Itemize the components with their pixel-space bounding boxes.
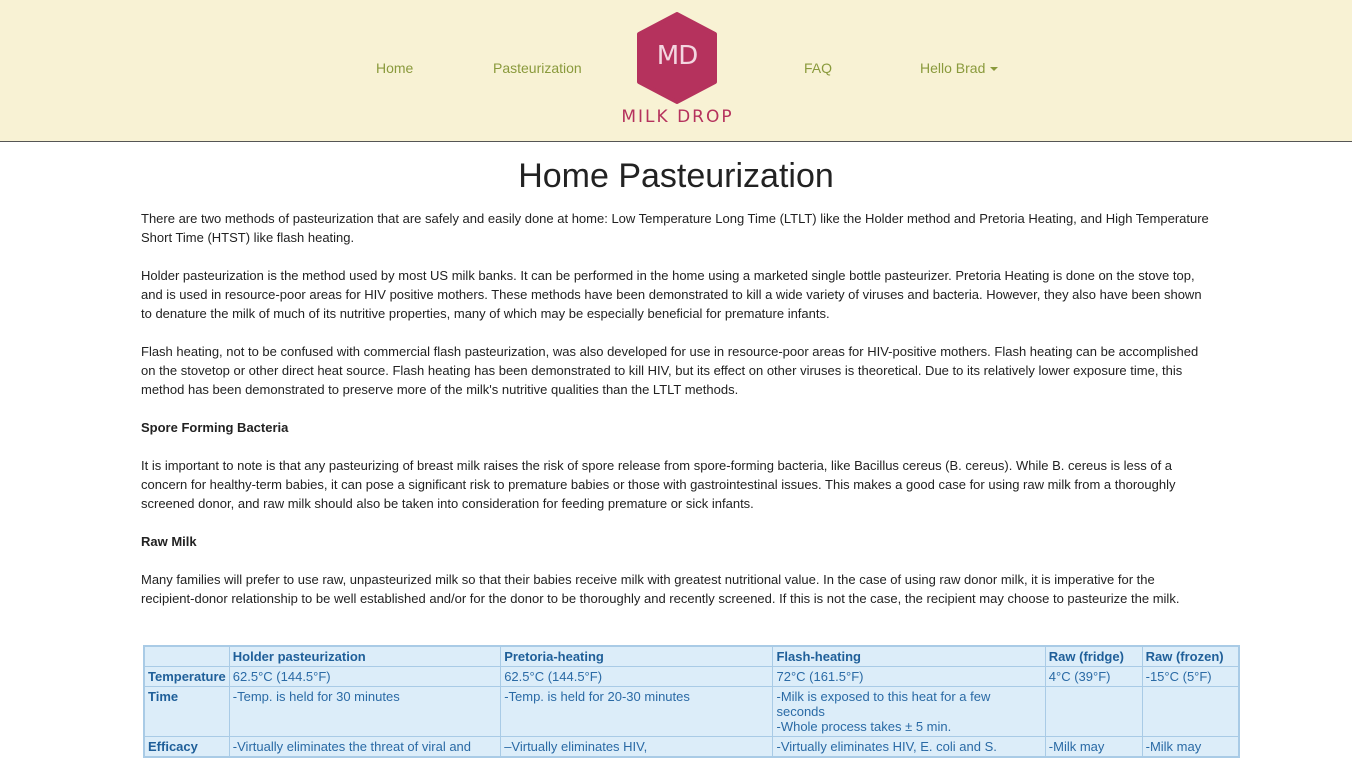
spore-heading: Spore Forming Bacteria <box>141 420 289 436</box>
table-header-cell: Raw (frozen) <box>1141 645 1240 667</box>
table-cell: 62.5°C (144.5°F) <box>228 666 502 687</box>
raw-milk-paragraph: Many families will prefer to use raw, un… <box>141 572 1180 607</box>
table-cell: -Temp. is held for 30 minutes <box>228 686 502 737</box>
table-header-row: Holder pasteurization Pretoria-heating F… <box>143 645 1240 667</box>
main-content: Home Pasteurization There are two method… <box>141 142 1211 608</box>
table-cell: -Milk is exposed to this heat for a few … <box>772 686 1046 737</box>
row-label: Temperature <box>143 666 230 687</box>
nav-faq-link[interactable]: FAQ <box>804 60 832 76</box>
row-label: Time <box>143 686 230 737</box>
cell-line: -Milk is exposed to this heat for a few … <box>776 689 991 719</box>
cell-line: -Whole process takes ± 5 min. <box>776 719 952 734</box>
table-header-cell <box>143 645 230 667</box>
table-cell: -Temp. is held for 20-30 minutes <box>500 686 774 737</box>
spore-paragraph: It is important to note is that any past… <box>141 458 1176 512</box>
top-navbar: Home Pasteurization MD MILK DROP FAQ Hel… <box>0 0 1352 142</box>
table-cell: 72°C (161.5°F) <box>772 666 1046 687</box>
table-header-cell: Pretoria-heating <box>500 645 774 667</box>
table-header-cell: Raw (fridge) <box>1044 645 1143 667</box>
table-cell <box>1044 686 1143 737</box>
table-header-cell: Holder pasteurization <box>228 645 502 667</box>
raw-milk-heading: Raw Milk <box>141 534 197 550</box>
table-cell <box>1141 686 1240 737</box>
table-row: Temperature 62.5°C (144.5°F) 62.5°C (144… <box>143 666 1240 687</box>
table-cell: 62.5°C (144.5°F) <box>500 666 774 687</box>
page-title: Home Pasteurization <box>518 157 834 195</box>
milk-drop-logo[interactable]: MD MILK DROP <box>620 8 735 133</box>
pasteurization-comparison-table: Holder pasteurization Pretoria-heating F… <box>143 645 1240 758</box>
table-header-cell: Flash-heating <box>772 645 1046 667</box>
holder-paragraph: Holder pasteurization is the method used… <box>141 268 1202 322</box>
nav-home-link[interactable]: Home <box>376 60 413 76</box>
user-menu-label: Hello Brad <box>920 60 986 76</box>
table-cell: -15°C (5°F) <box>1141 666 1240 687</box>
table-cell: 4°C (39°F) <box>1044 666 1143 687</box>
user-menu-dropdown[interactable]: Hello Brad <box>920 60 999 76</box>
logo-wordmark: MILK DROP <box>621 107 734 127</box>
caret-down-icon <box>990 67 999 72</box>
nav-pasteurization-link[interactable]: Pasteurization <box>493 60 582 76</box>
flash-paragraph: Flash heating, not to be confused with c… <box>141 344 1199 398</box>
table-row: Time -Temp. is held for 30 minutes -Temp… <box>143 686 1240 737</box>
intro-paragraph: There are two methods of pasteurization … <box>141 211 1209 246</box>
logo-monogram: MD <box>656 41 698 71</box>
